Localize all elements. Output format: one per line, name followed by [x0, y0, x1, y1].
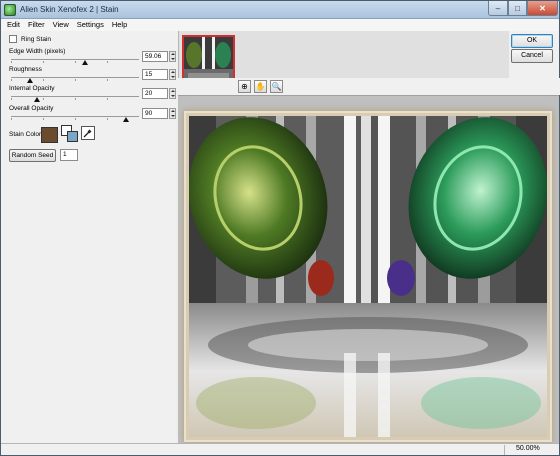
overall-opacity-slider[interactable] — [11, 116, 139, 117]
overall-opacity-label: Overall Opacity — [9, 105, 54, 112]
stain-color-row: Stain Color — [9, 125, 177, 148]
preview-area-icon[interactable]: ⊕ — [238, 80, 251, 93]
menu-filter[interactable]: Filter — [28, 19, 45, 31]
settings-panel: Ring Stain Edge Width (pixels) 59.06 Rou… — [1, 31, 178, 443]
slider-ticks — [11, 61, 139, 63]
status-bar: 50.00% — [1, 443, 559, 455]
roughness-label: Roughness — [9, 66, 42, 73]
stain-color-swatch[interactable] — [41, 127, 58, 143]
random-seed-button[interactable]: Random Seed — [9, 149, 56, 162]
slider-ticks — [11, 98, 139, 100]
param-internal-opacity: Internal Opacity 20 — [9, 85, 177, 107]
roughness-input[interactable]: 15 — [142, 69, 168, 80]
internal-opacity-slider-thumb[interactable] — [33, 97, 40, 102]
param-overall-opacity: Overall Opacity 90 — [9, 105, 177, 127]
internal-opacity-spinner[interactable] — [169, 88, 176, 99]
background-color-swatch[interactable] — [67, 131, 78, 142]
ring-stain-label: Ring Stain — [21, 35, 51, 43]
preview-toolbar: ⊕ ✋ 🔍 — [178, 78, 560, 95]
internal-opacity-slider[interactable] — [11, 96, 139, 97]
edge-width-slider[interactable] — [11, 59, 139, 60]
zoom-icon[interactable]: 🔍 — [270, 80, 283, 93]
edge-width-slider-thumb[interactable] — [82, 60, 89, 65]
close-button[interactable]: ✕ — [527, 1, 558, 16]
preview-image[interactable] — [186, 113, 550, 440]
minimize-button[interactable]: – — [488, 1, 508, 16]
overall-opacity-slider-thumb[interactable] — [123, 117, 130, 122]
slider-ticks — [11, 118, 139, 120]
app-window: Alien Skin Xenofex 2 | Stain – □ ✕ Edit … — [0, 0, 560, 456]
edge-width-spinner[interactable] — [169, 51, 176, 62]
ring-stain-option[interactable]: Ring Stain — [9, 35, 51, 43]
internal-opacity-label: Internal Opacity — [9, 85, 55, 92]
menu-view[interactable]: View — [53, 19, 69, 31]
zoom-level: 50.00% — [516, 445, 540, 452]
edge-width-input[interactable]: 59.06 — [142, 51, 168, 62]
menu-bar: Edit Filter View Settings Help — [1, 19, 559, 31]
ok-button[interactable]: OK — [511, 34, 553, 48]
preview-pane — [178, 95, 559, 443]
eyedropper-icon[interactable] — [81, 126, 95, 140]
menu-help[interactable]: Help — [112, 19, 127, 31]
status-separator — [504, 445, 505, 455]
cancel-button[interactable]: Cancel — [511, 49, 553, 63]
random-seed-input[interactable]: 1 — [60, 149, 78, 161]
hand-icon[interactable]: ✋ — [254, 80, 267, 93]
window-title: Alien Skin Xenofex 2 | Stain — [20, 5, 119, 14]
menu-edit[interactable]: Edit — [7, 19, 20, 31]
internal-opacity-input[interactable]: 20 — [142, 88, 168, 99]
roughness-slider-thumb[interactable] — [27, 78, 34, 83]
ring-stain-checkbox[interactable] — [9, 35, 17, 43]
edge-width-label: Edge Width (pixels) — [9, 48, 66, 55]
title-bar[interactable]: Alien Skin Xenofex 2 | Stain – □ ✕ — [1, 1, 559, 19]
stain-color-label: Stain Color — [9, 131, 42, 138]
overall-opacity-input[interactable]: 90 — [142, 108, 168, 119]
app-icon — [4, 4, 16, 16]
roughness-spinner[interactable] — [169, 69, 176, 80]
overall-opacity-spinner[interactable] — [169, 108, 176, 119]
menu-settings[interactable]: Settings — [77, 19, 104, 31]
maximize-button[interactable]: □ — [508, 1, 527, 16]
